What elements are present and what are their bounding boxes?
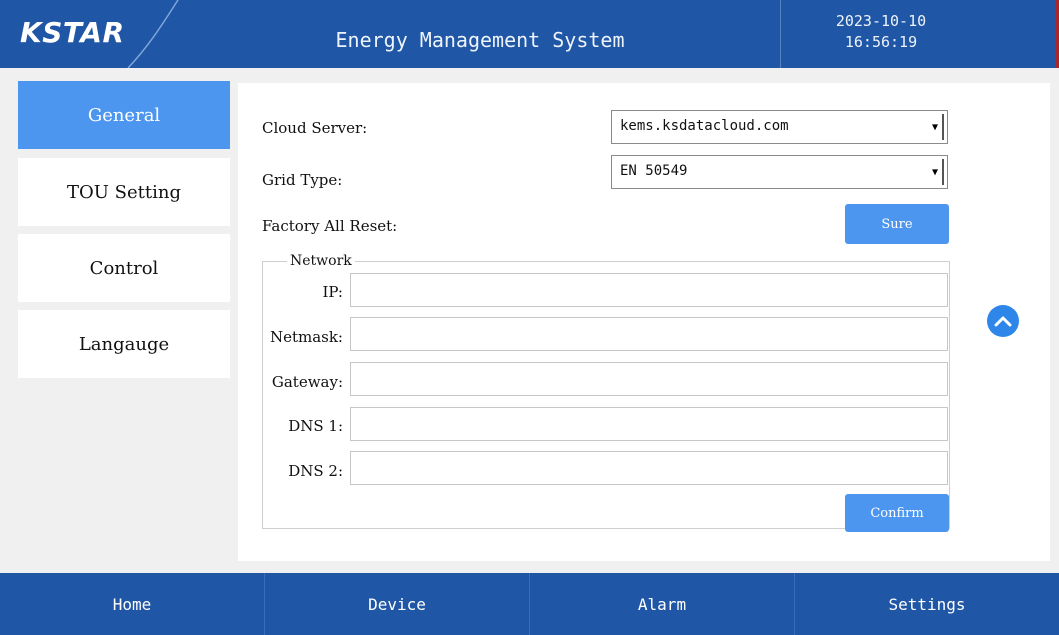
cloud-server-value: kems.ksdatacloud.com	[620, 118, 789, 134]
netmask-label: Netmask:	[269, 328, 343, 346]
sidebar-item-language[interactable]: Langauge	[18, 310, 230, 378]
sidebar-item-control[interactable]: Control	[18, 234, 230, 302]
current-time: 16:56:19	[844, 33, 918, 51]
factory-reset-label: Factory All Reset:	[262, 217, 398, 235]
grid-type-select[interactable]: EN 50549 ▼	[611, 155, 948, 189]
current-date: 2023-10-10	[835, 12, 927, 30]
settings-sidebar: General TOU Setting Control Langauge	[0, 68, 238, 573]
dns1-input[interactable]	[350, 407, 948, 441]
dns1-label: DNS 1:	[288, 417, 343, 435]
app-title: Energy Management System	[335, 28, 625, 52]
netmask-input[interactable]	[350, 317, 948, 351]
ip-label: IP:	[322, 283, 343, 301]
gateway-input[interactable]	[350, 362, 948, 396]
dns2-input[interactable]	[350, 451, 948, 485]
triangle-down-icon: ▼	[928, 159, 944, 185]
sidebar-item-general[interactable]: General	[18, 81, 230, 149]
nav-home[interactable]: Home	[0, 573, 265, 635]
chevron-up-circle-icon	[994, 316, 1012, 327]
confirm-button[interactable]: Confirm	[845, 494, 949, 532]
nav-device[interactable]: Device	[265, 573, 530, 635]
grid-type-label: Grid Type:	[262, 171, 343, 189]
network-group: Network IP: Netmask: Gateway: DNS 1: DNS…	[262, 253, 950, 532]
nav-alarm[interactable]: Alarm	[530, 573, 795, 635]
ip-input[interactable]	[350, 273, 948, 307]
bottom-nav: Home Device Alarm Settings	[0, 573, 1059, 635]
header-bar: KSTAR Energy Management System 2023-10-1…	[0, 0, 1059, 68]
cloud-server-select[interactable]: kems.ksdatacloud.com ▼	[611, 110, 948, 144]
sure-button[interactable]: Sure	[845, 204, 949, 244]
network-legend: Network	[287, 253, 355, 269]
gateway-label: Gateway:	[271, 373, 343, 391]
red-edge-strip	[1055, 0, 1059, 68]
sidebar-item-tou-setting[interactable]: TOU Setting	[18, 158, 230, 226]
scroll-up-button[interactable]	[987, 305, 1019, 337]
logo-swoosh-icon	[127, 0, 179, 68]
dns2-label: DNS 2:	[288, 462, 343, 480]
grid-type-value: EN 50549	[620, 163, 688, 179]
logo-area: KSTAR	[0, 0, 179, 68]
datetime-display: 2023-10-10 16:56:19	[780, 0, 1059, 68]
kstar-logo: KSTAR	[20, 16, 125, 49]
general-settings-panel: Cloud Server: kems.ksdatacloud.com ▼ Gri…	[238, 83, 1050, 561]
cloud-server-label: Cloud Server:	[262, 119, 368, 137]
triangle-down-icon: ▼	[928, 114, 944, 140]
nav-settings[interactable]: Settings	[795, 573, 1059, 635]
